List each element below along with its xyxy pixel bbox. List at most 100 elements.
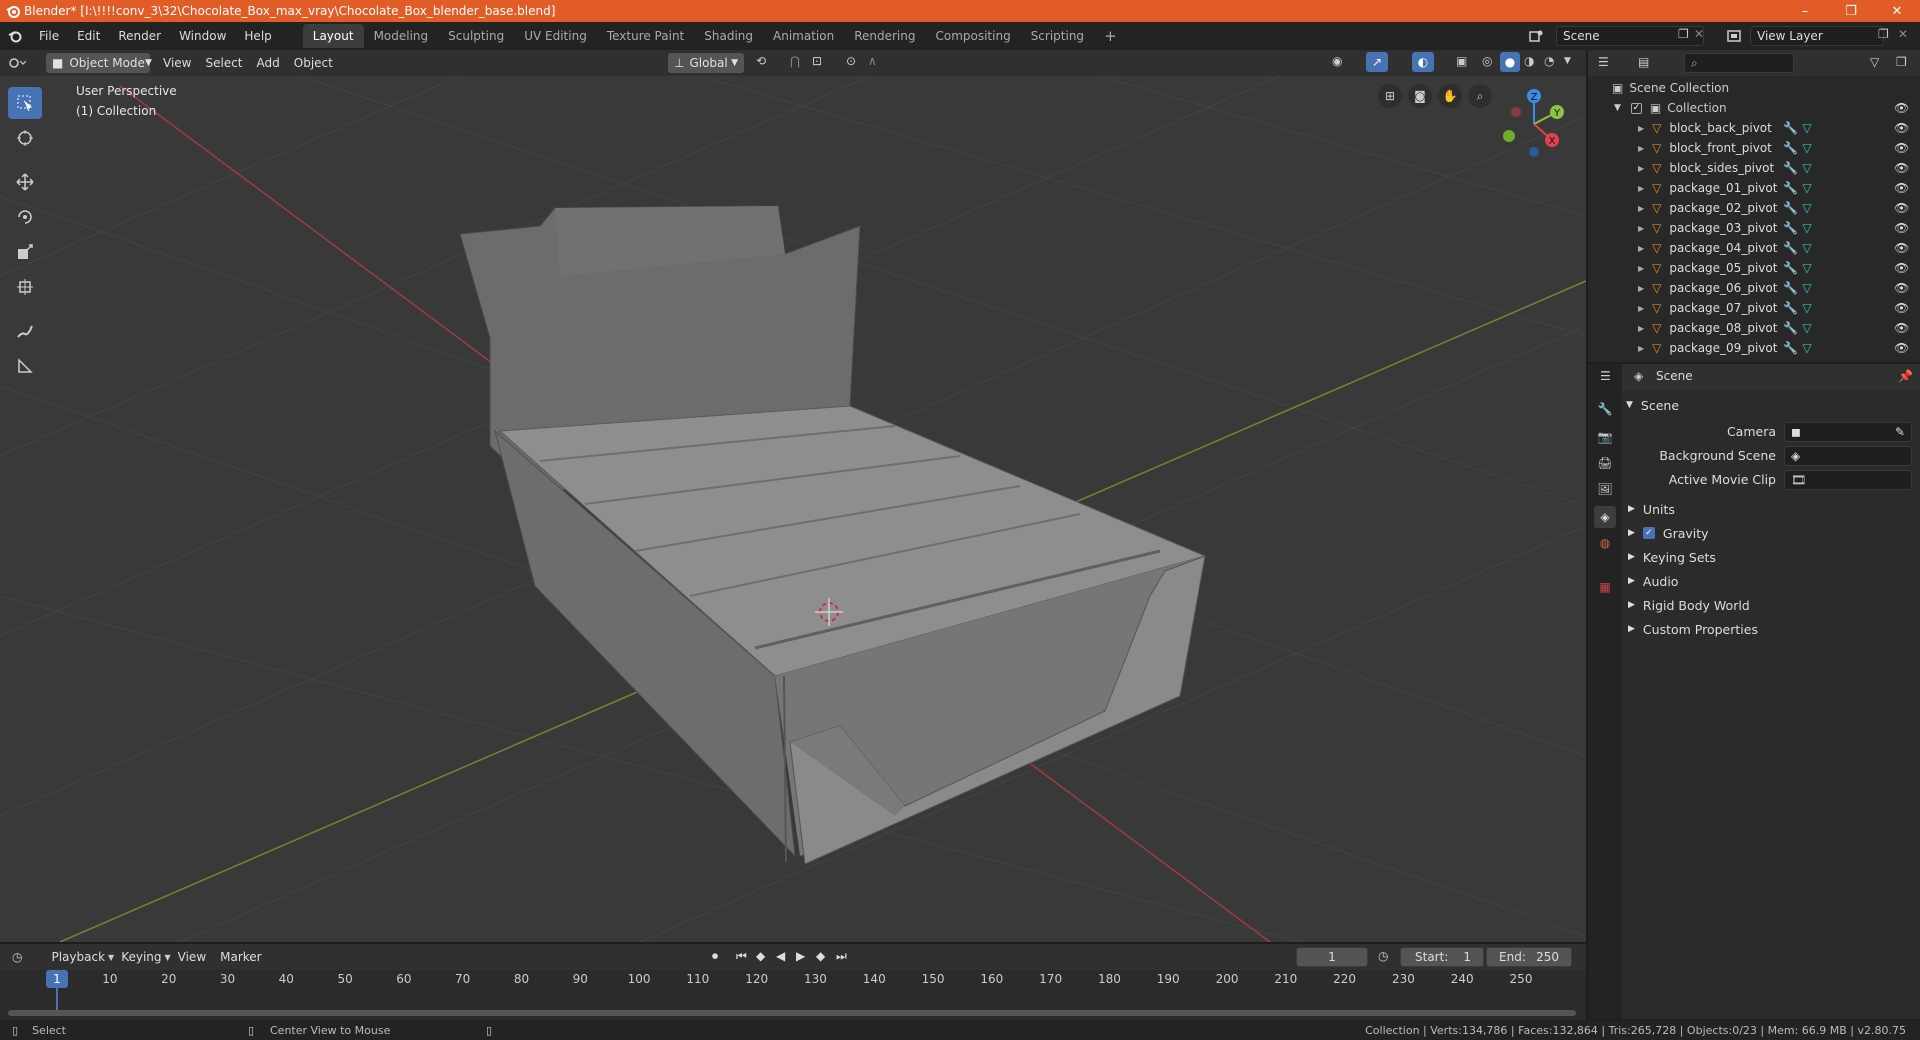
jump-start-icon[interactable]: ⏮ (736, 949, 747, 964)
menu-file[interactable]: File (30, 22, 68, 50)
modifier-wrench-icon[interactable]: 🔧 (1783, 281, 1798, 295)
modifier-wrench-icon[interactable]: 🔧 (1783, 161, 1798, 175)
outliner-item[interactable]: ▶ ▽ package_06_pivot 🔧 ▽ 👁 (1588, 278, 1920, 298)
outliner-item[interactable]: ▶ ▽ block_sides_pivot 🔧 ▽ 👁 (1588, 158, 1920, 178)
material-shading-icon[interactable]: ◑ (1524, 54, 1534, 68)
expand-arrow-icon[interactable]: ▶ (1638, 304, 1644, 313)
expand-arrow-icon[interactable]: ▶ (1638, 204, 1644, 213)
eye-icon[interactable]: 👁 (1894, 281, 1909, 295)
outliner-item[interactable]: ▶ ▽ package_07_pivot 🔧 ▽ 👁 (1588, 298, 1920, 318)
play-reverse-icon[interactable]: ◀ (776, 949, 785, 963)
menu-render[interactable]: Render (109, 22, 170, 50)
maximize-button[interactable]: ❐ (1828, 0, 1874, 22)
expand-arrow-icon[interactable]: ▶ (1638, 344, 1644, 353)
outliner-item[interactable]: ▶ ▽ package_03_pivot 🔧 ▽ 👁 (1588, 218, 1920, 238)
modifier-wrench-icon[interactable]: 🔧 (1783, 261, 1798, 275)
eye-icon[interactable]: 👁 (1894, 261, 1909, 275)
menu-select[interactable]: Select (198, 50, 249, 76)
expand-arrow-icon[interactable]: ▼ (1614, 103, 1621, 113)
audio-section[interactable]: ▶ Audio (1628, 570, 1678, 592)
timeline-editor-icon[interactable]: ◷ (12, 950, 22, 964)
new-view-layer-icon[interactable]: ❐ (1878, 27, 1889, 41)
new-collection-icon[interactable]: ❐ (1896, 55, 1907, 69)
jump-end-icon[interactable]: ⏭ (836, 949, 847, 964)
remove-scene-icon[interactable]: ✕ (1694, 27, 1704, 41)
mesh-data-icon[interactable]: ▽ (1802, 341, 1811, 355)
view-layer-field[interactable]: View Layer (1750, 26, 1884, 46)
menu-timeline-view[interactable]: View (171, 944, 213, 970)
camera-field[interactable]: ◼ ✎ (1784, 422, 1912, 442)
visibility-icon[interactable]: ◉ (1332, 54, 1342, 68)
annotate-tool-icon[interactable] (8, 315, 42, 347)
mesh-data-icon[interactable]: ▽ (1802, 121, 1811, 135)
scale-tool-icon[interactable] (8, 236, 42, 268)
expand-arrow-icon[interactable]: ▶ (1638, 184, 1644, 193)
outliner-scene-collection[interactable]: ▣ Scene Collection (1588, 78, 1920, 98)
texture-tab-icon[interactable]: ▦ (1594, 576, 1616, 598)
pin-icon[interactable]: 📌 (1898, 369, 1913, 383)
modifier-wrench-icon[interactable]: 🔧 (1783, 341, 1798, 355)
collection-checkbox[interactable]: ✓ (1630, 102, 1642, 114)
custom-properties-section[interactable]: ▶ Custom Properties (1628, 618, 1758, 640)
properties-editor-icon[interactable]: ☰ (1600, 369, 1611, 383)
expand-arrow-icon[interactable]: ▶ (1638, 324, 1644, 333)
next-keyframe-icon[interactable]: ◆ (816, 949, 825, 963)
expand-arrow-icon[interactable]: ▶ (1638, 124, 1644, 133)
units-section[interactable]: ▶ Units (1628, 498, 1675, 520)
pan-hand-icon[interactable]: ✋ (1438, 84, 1462, 108)
3d-viewport[interactable]: User Perspective (1) Collection ⊞ ◙ ✋ ⌕ … (0, 76, 1586, 942)
start-frame-field[interactable]: Start: 1 (1400, 947, 1484, 967)
outliner-editor-icon[interactable]: ☰ (1598, 55, 1609, 69)
mesh-data-icon[interactable]: ▽ (1802, 281, 1811, 295)
end-frame-field[interactable]: End: 250 (1486, 947, 1572, 967)
overlay-toggle-icon[interactable]: ◐ (1412, 52, 1434, 72)
outliner-item[interactable]: ▶ ▽ block_front_pivot 🔧 ▽ 👁 (1588, 138, 1920, 158)
transform-orientation-dropdown[interactable]: ⊥ Global ▼ (668, 53, 744, 73)
rotate-tool-icon[interactable] (8, 201, 42, 233)
eye-icon[interactable]: 👁 (1894, 301, 1909, 315)
menu-add[interactable]: Add (250, 50, 287, 76)
menu-help[interactable]: Help (235, 22, 280, 50)
modifier-wrench-icon[interactable]: 🔧 (1783, 181, 1798, 195)
mesh-data-icon[interactable]: ▽ (1802, 301, 1811, 315)
tab-compositing[interactable]: Compositing (925, 24, 1020, 48)
rigid-body-world-section[interactable]: ▶ Rigid Body World (1628, 594, 1750, 616)
gravity-checkbox[interactable]: ✓ (1642, 527, 1655, 539)
menu-playback[interactable]: Playback (44, 944, 112, 970)
add-workspace-button[interactable]: + (1094, 24, 1127, 48)
outliner-item[interactable]: ▶ ▽ package_04_pivot 🔧 ▽ 👁 (1588, 238, 1920, 258)
expand-arrow-icon[interactable]: ▶ (1638, 224, 1644, 233)
menu-window[interactable]: Window (170, 22, 235, 50)
tab-texture-paint[interactable]: Texture Paint (597, 24, 694, 48)
eye-icon[interactable]: 👁 (1894, 161, 1909, 175)
mesh-data-icon[interactable]: ▽ (1802, 141, 1811, 155)
eye-icon[interactable]: 👁 (1894, 321, 1909, 335)
modifier-wrench-icon[interactable]: 🔧 (1783, 321, 1798, 335)
mode-dropdown[interactable]: ■ Object Mode ▼ (46, 53, 152, 73)
expand-arrow-icon[interactable]: ▶ (1638, 284, 1644, 293)
tab-modeling[interactable]: Modeling (364, 24, 439, 48)
outliner-search-input[interactable]: ⌕ (1684, 53, 1794, 73)
eye-icon[interactable]: 👁 (1894, 181, 1909, 195)
measure-tool-icon[interactable] (8, 350, 42, 382)
rendered-shading-icon[interactable]: ◔ (1544, 54, 1554, 68)
menu-edit[interactable]: Edit (68, 22, 109, 50)
remove-view-layer-icon[interactable]: ✕ (1898, 27, 1908, 41)
camera-view-icon[interactable]: ◙ (1408, 84, 1432, 108)
tab-animation[interactable]: Animation (763, 24, 844, 48)
keying-sets-section[interactable]: ▶ Keying Sets (1628, 546, 1716, 568)
view-layer-icon[interactable] (1726, 28, 1742, 44)
gravity-section[interactable]: ▶ ✓ Gravity (1628, 522, 1709, 544)
expand-arrow-icon[interactable]: ▶ (1638, 164, 1644, 173)
transform-tool-icon[interactable] (8, 271, 42, 303)
proportional-edit-icon[interactable]: ⊙ (846, 54, 856, 68)
xray-icon[interactable]: ▣ (1456, 54, 1467, 68)
outliner-collection[interactable]: ▼ ✓ ▣ Collection 👁 (1588, 98, 1920, 118)
tab-shading[interactable]: Shading (694, 24, 763, 48)
outliner-item[interactable]: ▶ ▽ package_08_pivot 🔧 ▽ 👁 (1588, 318, 1920, 338)
timeline-scrollbar[interactable] (8, 1010, 1576, 1016)
tab-rendering[interactable]: Rendering (844, 24, 925, 48)
scene-tab-icon[interactable]: ◈ (1594, 506, 1616, 528)
movie-clip-field[interactable]: 🎞 (1784, 470, 1912, 490)
outliner-item[interactable]: ▶ ▽ package_01_pivot 🔧 ▽ 👁 (1588, 178, 1920, 198)
